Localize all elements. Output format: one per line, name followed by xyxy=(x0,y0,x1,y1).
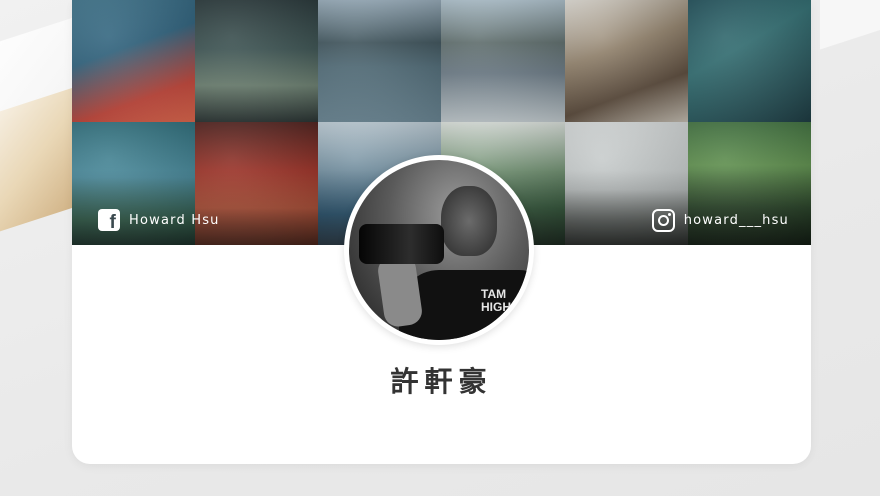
avatar-photo: TAM HIGH xyxy=(349,160,529,340)
photo-tile xyxy=(441,0,565,122)
instagram-handle: howard___hsu xyxy=(683,212,789,228)
background-decoration xyxy=(820,0,880,50)
avatar-shirt-print: TAM HIGH xyxy=(481,287,511,314)
instagram-icon xyxy=(652,208,676,232)
facebook-name: Howard Hsu xyxy=(129,212,220,228)
facebook-icon: f xyxy=(97,208,121,232)
photo-tile xyxy=(687,0,811,122)
instagram-link[interactable]: howard___hsu xyxy=(652,207,789,233)
photo-tile xyxy=(72,0,196,122)
facebook-link[interactable]: f Howard Hsu xyxy=(97,207,220,233)
photo-tile xyxy=(195,0,319,122)
photo-tile xyxy=(318,0,442,122)
photo-tile xyxy=(564,0,688,122)
avatar: TAM HIGH xyxy=(344,155,534,345)
profile-name: 許軒豪 xyxy=(390,365,493,398)
profile-card: f Howard Hsu howard___hsu TAM HIGH 許軒豪 xyxy=(72,0,811,464)
